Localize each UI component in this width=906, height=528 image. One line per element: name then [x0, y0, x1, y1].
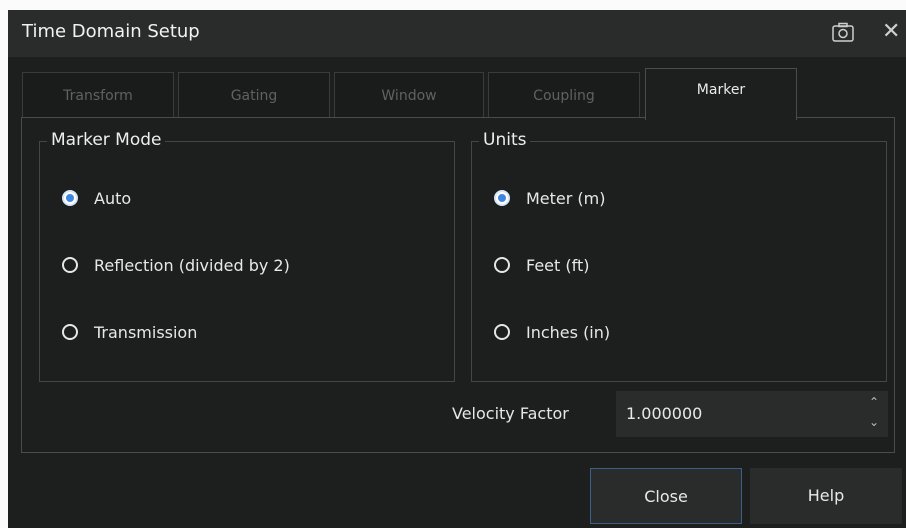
radio-feet[interactable] [494, 257, 510, 273]
radio-inches[interactable] [494, 324, 510, 340]
marker-mode-title: Marker Mode [47, 130, 166, 150]
tab-window[interactable]: Window [334, 72, 484, 118]
marker-tab-panel: Marker Mode Auto Reflection (divided by … [21, 117, 895, 453]
units-meter-option[interactable]: Meter (m) [494, 184, 606, 212]
units-inches-option[interactable]: Inches (in) [494, 318, 610, 346]
marker-mode-transmission-option[interactable]: Transmission [62, 318, 197, 346]
marker-mode-group: Marker Mode Auto Reflection (divided by … [39, 130, 455, 382]
radio-auto-label: Auto [94, 188, 132, 208]
radio-transmission-label: Transmission [94, 322, 198, 342]
units-feet-option[interactable]: Feet (ft) [494, 251, 589, 279]
close-button[interactable]: Close [590, 468, 742, 524]
tab-transform[interactable]: Transform [22, 72, 174, 118]
units-title: Units [479, 130, 531, 150]
radio-feet-label: Feet (ft) [526, 255, 590, 275]
tab-marker[interactable]: Marker [645, 68, 797, 120]
units-group: Units Meter (m) Feet (ft) Inches (in) [471, 130, 887, 382]
radio-auto[interactable] [62, 190, 78, 206]
help-button[interactable]: Help [750, 468, 902, 524]
time-domain-setup-dialog: Time Domain Setup ✕ Transform Gating Win… [8, 10, 906, 528]
radio-meter[interactable] [494, 190, 510, 206]
tab-gating[interactable]: Gating [178, 72, 330, 118]
marker-mode-reflection-option[interactable]: Reflection (divided by 2) [62, 251, 290, 279]
radio-transmission[interactable] [62, 324, 78, 340]
marker-mode-auto-option[interactable]: Auto [62, 184, 131, 212]
dialog-title: Time Domain Setup [22, 21, 200, 42]
velocity-factor-label: Velocity Factor [452, 404, 569, 423]
chevron-down-icon[interactable]: ⌄ [864, 415, 884, 433]
velocity-factor-value[interactable]: 1.000000 [626, 404, 702, 423]
radio-reflection[interactable] [62, 257, 78, 273]
radio-meter-label: Meter (m) [526, 188, 606, 208]
radio-inches-label: Inches (in) [526, 322, 611, 342]
close-icon[interactable]: ✕ [882, 19, 902, 45]
tab-coupling[interactable]: Coupling [488, 72, 640, 118]
camera-icon[interactable] [832, 22, 854, 42]
chevron-up-icon[interactable]: ⌃ [864, 395, 884, 413]
velocity-factor-spinbox[interactable]: 1.000000 ⌃ ⌄ [616, 391, 888, 437]
radio-reflection-label: Reflection (divided by 2) [94, 255, 290, 275]
title-bar: Time Domain Setup ✕ [8, 10, 906, 57]
